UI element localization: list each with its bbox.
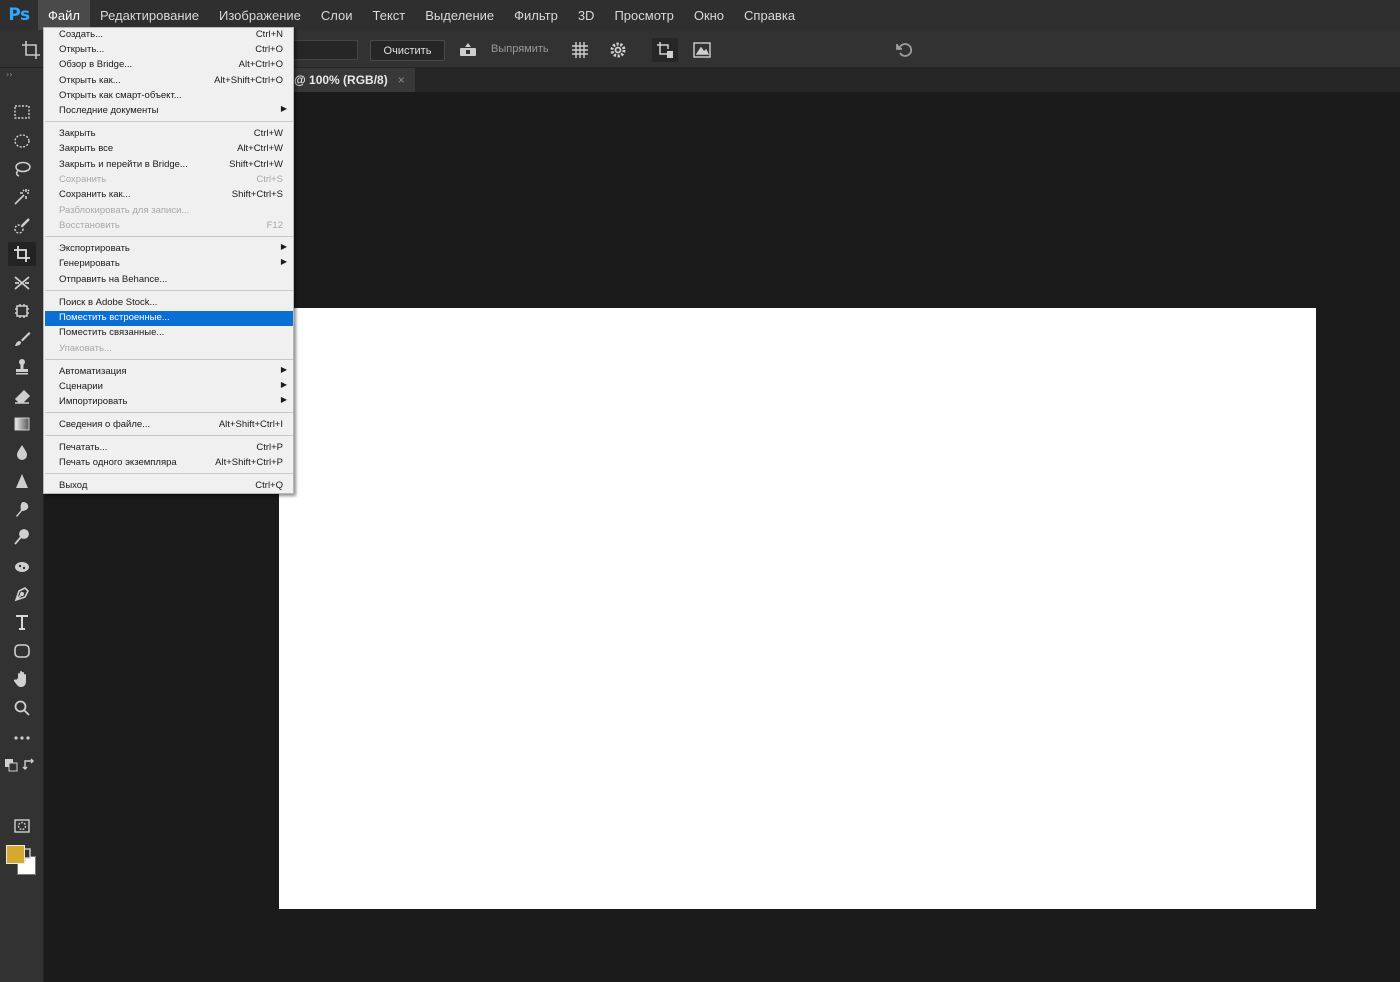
menu-separator bbox=[45, 359, 293, 360]
menu-item-file-info[interactable]: Сведения о файле... Alt+Shift+Ctrl+I bbox=[45, 418, 293, 433]
menu-item-scripts[interactable]: Сценарии ▶ bbox=[45, 380, 293, 395]
menu-help[interactable]: Справка bbox=[734, 0, 805, 30]
document-tab-title: @ 100% (RGB/8) bbox=[294, 73, 388, 87]
menu-bar: Ps Файл Редактирование Изображение Слои … bbox=[0, 0, 1400, 30]
menu-item-browse-bridge[interactable]: Обзор в Bridge... Alt+Ctrl+O bbox=[45, 58, 293, 73]
sponge-tool-icon[interactable] bbox=[8, 554, 36, 578]
smudge-tool-icon[interactable] bbox=[8, 497, 36, 521]
menu-item-automate[interactable]: Автоматизация ▶ bbox=[45, 365, 293, 380]
frame-tool-icon[interactable] bbox=[8, 271, 36, 295]
menu-item-export[interactable]: Экспортировать ▶ bbox=[45, 242, 293, 257]
menu-separator bbox=[45, 412, 293, 413]
menu-item-save: Сохранить Ctrl+S bbox=[59, 174, 283, 185]
menu-window[interactable]: Окно bbox=[684, 0, 734, 30]
tools-panel: ›› bbox=[0, 68, 44, 982]
quick-selection-tool-icon[interactable] bbox=[8, 214, 36, 238]
menu-file[interactable]: Файл bbox=[38, 0, 90, 30]
menu-type[interactable]: Текст bbox=[363, 0, 416, 30]
pen-tool-icon[interactable] bbox=[8, 582, 36, 606]
swap-colors-icon[interactable] bbox=[22, 756, 36, 770]
menu-item-close-go-bridge[interactable]: Закрыть и перейти в Bridge... Shift+Ctrl+… bbox=[45, 158, 293, 173]
quick-mask-icon[interactable] bbox=[8, 814, 36, 838]
menu-item-recent[interactable]: Последние документы ▶ bbox=[45, 104, 293, 119]
submenu-arrow-icon: ▶ bbox=[280, 365, 287, 374]
dodge-tool-icon[interactable] bbox=[8, 525, 36, 549]
submenu-arrow-icon: ▶ bbox=[280, 242, 287, 251]
menu-item-close[interactable]: Закрыть Ctrl+W bbox=[45, 127, 293, 142]
close-tab-icon[interactable]: × bbox=[398, 73, 405, 87]
zoom-tool-icon[interactable] bbox=[8, 696, 36, 720]
menu-edit[interactable]: Редактирование bbox=[90, 0, 209, 30]
menu-item-import[interactable]: Импортировать ▶ bbox=[45, 395, 293, 410]
clone-stamp-tool-icon[interactable] bbox=[8, 355, 36, 379]
menu-item-share-behance[interactable]: Отправить на Behance... bbox=[45, 273, 293, 288]
menu-separator bbox=[45, 435, 293, 436]
app-logo: Ps bbox=[8, 5, 30, 25]
reset-icon[interactable] bbox=[892, 38, 918, 62]
foreground-color-swatch[interactable] bbox=[6, 845, 25, 864]
clear-button[interactable]: Очистить bbox=[370, 40, 445, 61]
crop-tool-icon[interactable] bbox=[8, 242, 36, 266]
eyedropper-tool-icon[interactable] bbox=[8, 299, 36, 323]
hand-tool-icon[interactable] bbox=[8, 667, 36, 691]
menu-item-exit[interactable]: Выход Ctrl+Q bbox=[45, 479, 293, 494]
menu-filter[interactable]: Фильтр bbox=[504, 0, 568, 30]
menu-item-place-embedded[interactable]: Поместить встроенные... bbox=[45, 311, 293, 326]
gear-icon[interactable] bbox=[605, 38, 631, 62]
more-tools-icon[interactable] bbox=[8, 726, 36, 750]
ratio-field[interactable] bbox=[292, 40, 358, 60]
menu-layers[interactable]: Слои bbox=[311, 0, 363, 30]
menu-item-open[interactable]: Открыть... Ctrl+O bbox=[45, 43, 293, 58]
menu-item-revert: Восстановить F12 bbox=[59, 220, 283, 231]
menu-item-print-one-copy[interactable]: Печать одного экземпляра Alt+Shift+Ctrl+P bbox=[45, 456, 293, 471]
collapse-panel-icon[interactable]: ›› bbox=[6, 70, 12, 79]
menu-view[interactable]: Просмотр bbox=[604, 0, 683, 30]
straighten-icon[interactable] bbox=[455, 38, 481, 62]
blur-tool-icon[interactable] bbox=[8, 440, 36, 464]
menu-image[interactable]: Изображение bbox=[209, 0, 311, 30]
straighten-label[interactable]: Выпрямить bbox=[491, 43, 549, 55]
menu-separator bbox=[45, 290, 293, 291]
grid-overlay-icon[interactable] bbox=[567, 38, 593, 62]
submenu-arrow-icon: ▶ bbox=[280, 257, 287, 266]
gradient-tool-icon[interactable] bbox=[8, 412, 36, 436]
file-menu-dropdown: Создать... Ctrl+N Открыть... Ctrl+O Обзор … bbox=[43, 27, 294, 494]
menu-item-save-as[interactable]: Сохранить как... Shift+Ctrl+S bbox=[45, 188, 293, 203]
content-aware-icon[interactable] bbox=[689, 38, 715, 62]
menu-item-unlock-write: Разблокировать для записи... bbox=[59, 205, 190, 216]
menu-item-open-as[interactable]: Открыть как... Alt+Shift+Ctrl+O bbox=[45, 74, 293, 89]
delete-cropped-pixels-icon[interactable] bbox=[652, 38, 678, 62]
menu-item-open-smart-object[interactable]: Открыть как смарт-объект... bbox=[45, 89, 293, 104]
submenu-arrow-icon: ▶ bbox=[280, 104, 287, 113]
sharpen-tool-icon[interactable] bbox=[8, 469, 36, 493]
document-canvas[interactable] bbox=[279, 308, 1316, 909]
rectangle-tool-icon[interactable] bbox=[8, 639, 36, 663]
elliptical-marquee-tool-icon[interactable] bbox=[8, 129, 36, 153]
document-tab[interactable]: @ 100% (RGB/8) × bbox=[284, 68, 415, 92]
rectangular-marquee-tool-icon[interactable] bbox=[8, 100, 36, 124]
menu-separator bbox=[45, 236, 293, 237]
menu-separator bbox=[45, 473, 293, 474]
menu-separator bbox=[45, 121, 293, 122]
menu-item-print[interactable]: Печатать... Ctrl+P bbox=[45, 441, 293, 456]
menu-item-new[interactable]: Создать... Ctrl+N bbox=[45, 28, 293, 43]
magic-wand-tool-icon[interactable] bbox=[8, 185, 36, 209]
menu-item-package: Упаковать... bbox=[59, 343, 112, 354]
crop-tool-preset-icon[interactable] bbox=[18, 38, 44, 62]
submenu-arrow-icon: ▶ bbox=[280, 380, 287, 389]
submenu-arrow-icon: ▶ bbox=[280, 395, 287, 404]
menu-3d[interactable]: 3D bbox=[568, 0, 605, 30]
menu-select[interactable]: Выделение bbox=[415, 0, 504, 30]
lasso-tool-icon[interactable] bbox=[8, 157, 36, 181]
default-colors-icon[interactable] bbox=[4, 757, 18, 772]
menu-item-close-all[interactable]: Закрыть все Alt+Ctrl+W bbox=[45, 142, 293, 157]
brush-tool-icon[interactable] bbox=[8, 327, 36, 351]
type-tool-icon[interactable] bbox=[8, 610, 36, 634]
menu-item-generate[interactable]: Генерировать ▶ bbox=[45, 257, 293, 272]
eraser-tool-icon[interactable] bbox=[8, 384, 36, 408]
menu-item-search-stock[interactable]: Поиск в Adobe Stock... bbox=[45, 296, 293, 311]
menu-item-place-linked[interactable]: Поместить связанные... bbox=[45, 326, 293, 341]
